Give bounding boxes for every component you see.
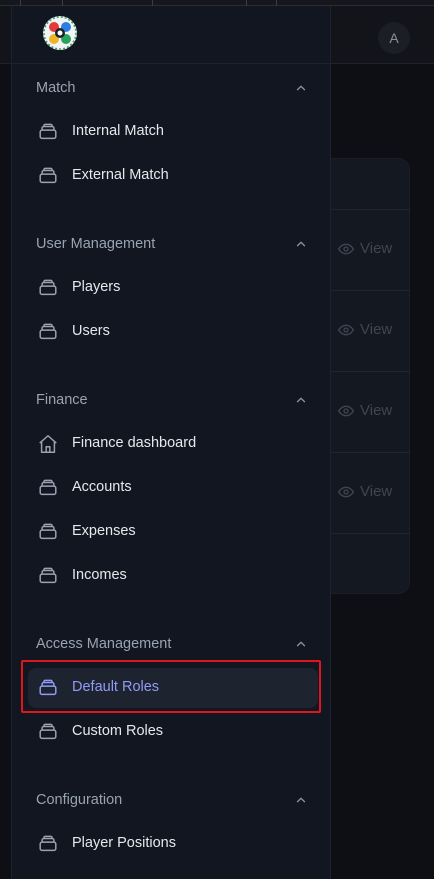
eye-icon: [338, 486, 354, 497]
section-title: Configuration: [36, 792, 123, 808]
sidebar-item-internal-match[interactable]: Internal Match: [28, 112, 318, 152]
section-title: Access Management: [36, 636, 172, 652]
sidebar-item-incomes[interactable]: Incomes: [28, 556, 318, 596]
row-divider: [330, 371, 410, 372]
layers-icon: [37, 833, 59, 855]
sidebar-item-label: Finance dashboard: [72, 435, 197, 451]
sidebar-item-label: Incomes: [72, 567, 127, 583]
chevron-up-icon[interactable]: [294, 81, 308, 95]
layers-icon: [37, 721, 59, 743]
layers-icon: [37, 565, 59, 587]
layers-icon: [37, 277, 59, 299]
chevron-up-icon[interactable]: [294, 237, 308, 251]
eye-icon: [338, 405, 354, 416]
sidebar-item-external-match[interactable]: External Match: [28, 156, 318, 196]
chevron-up-icon[interactable]: [294, 393, 308, 407]
layers-icon: [37, 477, 59, 499]
sidebar-item-users[interactable]: Users: [28, 312, 318, 352]
sidebar-item-label: Player Positions: [72, 835, 176, 851]
row-divider: [330, 452, 410, 453]
view-link[interactable]: View: [338, 402, 392, 419]
section-header-access-management[interactable]: Access Management: [36, 634, 308, 654]
view-label: View: [360, 483, 393, 500]
logo-bar: [12, 6, 330, 64]
sidebar-item-finance-dashboard[interactable]: Finance dashboard: [28, 424, 318, 464]
view-label: View: [360, 321, 393, 338]
sidebar-item-accounts[interactable]: Accounts: [28, 468, 318, 508]
sidebar-item-label: Users: [72, 323, 110, 339]
row-divider: [330, 209, 410, 210]
sidebar: Match Internal Match External Match User Ma…: [11, 6, 331, 879]
eye-icon: [338, 243, 354, 254]
home-icon: [37, 433, 59, 455]
section-title: Finance: [36, 392, 88, 408]
app-window: A View View View View Match Internal Mat…: [0, 0, 434, 879]
layers-icon: [37, 521, 59, 543]
sidebar-item-label: Internal Match: [72, 123, 164, 139]
sidebar-item-label: External Match: [72, 167, 169, 183]
row-divider: [330, 533, 410, 534]
section-header-match[interactable]: Match: [36, 78, 308, 98]
view-label: View: [360, 240, 393, 257]
sidebar-item-label: Default Roles: [72, 679, 160, 695]
football-logo-icon: [43, 16, 77, 50]
row-divider: [330, 290, 410, 291]
avatar[interactable]: A: [378, 22, 410, 54]
section-title: User Management: [36, 236, 156, 252]
sidebar-item-expenses[interactable]: Expenses: [28, 512, 318, 552]
sidebar-item-label: Expenses: [72, 523, 136, 539]
layers-icon: [37, 165, 59, 187]
sidebar-item-default-roles[interactable]: Default Roles: [28, 668, 318, 708]
section-header-user-management[interactable]: User Management: [36, 234, 308, 254]
view-link[interactable]: View: [338, 483, 392, 500]
view-label: View: [360, 402, 393, 419]
chevron-up-icon[interactable]: [294, 793, 308, 807]
layers-icon: [37, 677, 59, 699]
sidebar-item-player-positions[interactable]: Player Positions: [28, 824, 318, 864]
chevron-up-icon[interactable]: [294, 637, 308, 651]
section-header-configuration[interactable]: Configuration: [36, 790, 308, 810]
sidebar-item-custom-roles[interactable]: Custom Roles: [28, 712, 318, 752]
section-title: Match: [36, 80, 76, 96]
sidebar-item-label: Custom Roles: [72, 723, 164, 739]
layers-icon: [37, 321, 59, 343]
view-link[interactable]: View: [338, 321, 392, 338]
layers-icon: [37, 121, 59, 143]
view-link[interactable]: View: [338, 240, 392, 257]
sidebar-item-label: Players: [72, 279, 121, 295]
section-header-finance[interactable]: Finance: [36, 390, 308, 410]
eye-icon: [338, 324, 354, 335]
sidebar-item-label: Accounts: [72, 479, 132, 495]
sidebar-item-players[interactable]: Players: [28, 268, 318, 308]
